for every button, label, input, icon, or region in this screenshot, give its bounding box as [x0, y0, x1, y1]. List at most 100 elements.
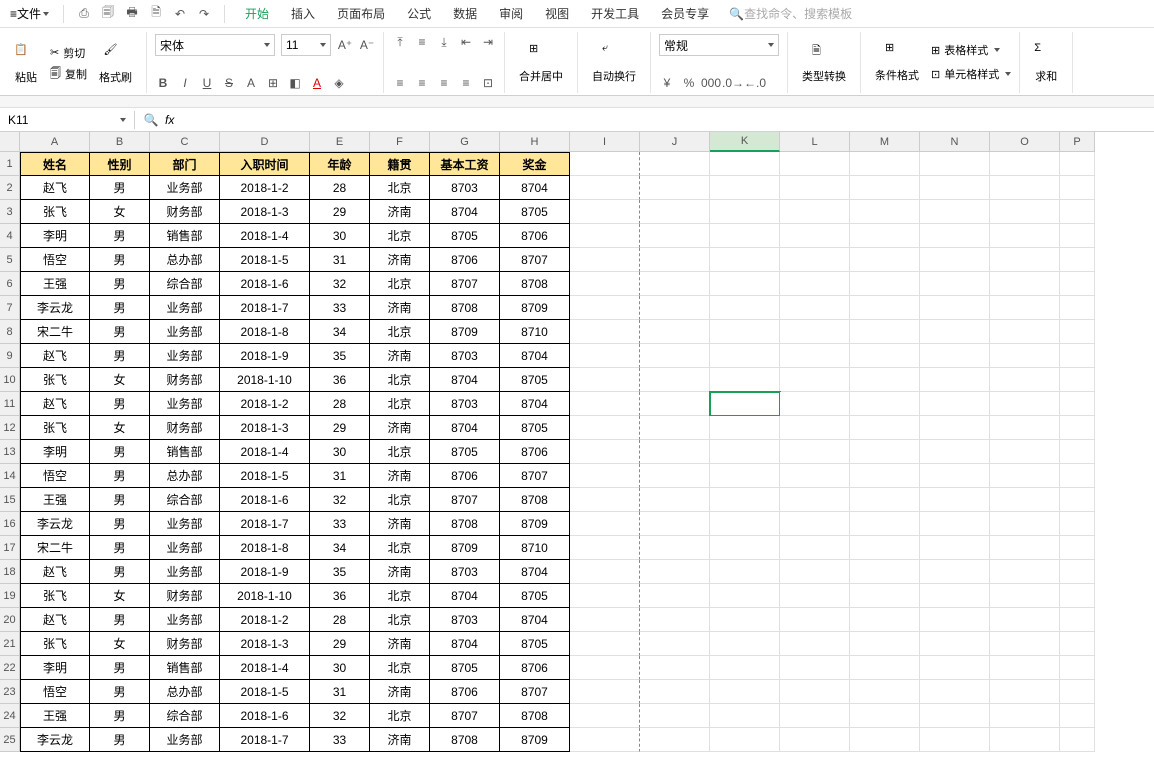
- cell[interactable]: [710, 416, 780, 440]
- cell[interactable]: [990, 248, 1060, 272]
- cell[interactable]: [1060, 344, 1095, 368]
- font-color-icon[interactable]: A: [309, 75, 325, 91]
- cell[interactable]: [920, 200, 990, 224]
- cell[interactable]: 李明: [20, 440, 90, 464]
- cell[interactable]: [990, 536, 1060, 560]
- cell[interactable]: [780, 488, 850, 512]
- copy-button[interactable]: 🗐复制: [50, 65, 87, 84]
- cell[interactable]: [570, 344, 640, 368]
- cell[interactable]: 2018-1-7: [220, 512, 310, 536]
- cell[interactable]: [710, 584, 780, 608]
- cell[interactable]: [640, 176, 710, 200]
- cell[interactable]: [780, 560, 850, 584]
- cell[interactable]: 业务部: [150, 512, 220, 536]
- cell[interactable]: [850, 416, 920, 440]
- cell[interactable]: [1060, 392, 1095, 416]
- cell[interactable]: 宋二牛: [20, 536, 90, 560]
- cell[interactable]: 8704: [430, 368, 500, 392]
- cell[interactable]: 张飞: [20, 632, 90, 656]
- cell[interactable]: 8709: [500, 296, 570, 320]
- cell[interactable]: [920, 632, 990, 656]
- cell[interactable]: 销售部: [150, 656, 220, 680]
- cell[interactable]: [1060, 536, 1095, 560]
- row-header[interactable]: 23: [0, 680, 20, 704]
- row-header[interactable]: 11: [0, 392, 20, 416]
- row-header[interactable]: 2: [0, 176, 20, 200]
- col-header-A[interactable]: A: [20, 132, 90, 152]
- phonetic-icon[interactable]: ◈: [331, 75, 347, 91]
- row-header[interactable]: 9: [0, 344, 20, 368]
- cell[interactable]: 2018-1-7: [220, 296, 310, 320]
- row-header[interactable]: 25: [0, 728, 20, 752]
- cell[interactable]: 8705: [500, 200, 570, 224]
- cell[interactable]: 36: [310, 584, 370, 608]
- cell[interactable]: [640, 704, 710, 728]
- align-top-icon[interactable]: ⤒: [392, 34, 408, 50]
- cell[interactable]: 8706: [500, 656, 570, 680]
- cell[interactable]: [990, 272, 1060, 296]
- cell[interactable]: 济南: [370, 248, 430, 272]
- cell[interactable]: 北京: [370, 488, 430, 512]
- indent-dec-icon[interactable]: ⇤: [458, 34, 474, 50]
- cell[interactable]: [710, 632, 780, 656]
- fx-icon[interactable]: fx: [165, 113, 174, 127]
- cell[interactable]: 8710: [500, 536, 570, 560]
- row-header[interactable]: 4: [0, 224, 20, 248]
- cell[interactable]: [780, 176, 850, 200]
- underline-icon[interactable]: U: [199, 75, 215, 91]
- cell[interactable]: [850, 608, 920, 632]
- cell[interactable]: 男: [90, 656, 150, 680]
- cell[interactable]: [570, 416, 640, 440]
- cell[interactable]: [570, 560, 640, 584]
- cell[interactable]: [850, 632, 920, 656]
- cell[interactable]: 2018-1-10: [220, 368, 310, 392]
- cell[interactable]: [710, 152, 780, 176]
- cell[interactable]: 女: [90, 368, 150, 392]
- inc-decimal-icon[interactable]: .0→: [725, 75, 741, 91]
- cell[interactable]: [920, 584, 990, 608]
- cell[interactable]: 28: [310, 608, 370, 632]
- fill-color-icon[interactable]: A: [243, 75, 259, 91]
- cell[interactable]: 财务部: [150, 200, 220, 224]
- cell[interactable]: 李明: [20, 656, 90, 680]
- cell[interactable]: [990, 224, 1060, 248]
- cell[interactable]: 8704: [430, 584, 500, 608]
- cell[interactable]: [710, 296, 780, 320]
- align-bottom-icon[interactable]: ⤓: [436, 34, 452, 50]
- cell[interactable]: 北京: [370, 224, 430, 248]
- cell[interactable]: 2018-1-8: [220, 536, 310, 560]
- cell[interactable]: 男: [90, 512, 150, 536]
- cell[interactable]: 8705: [500, 584, 570, 608]
- cell[interactable]: [710, 560, 780, 584]
- cell[interactable]: 8704: [500, 392, 570, 416]
- cell[interactable]: 张飞: [20, 368, 90, 392]
- dec-decimal-icon[interactable]: ←.0: [747, 75, 763, 91]
- cell[interactable]: [570, 296, 640, 320]
- cell[interactable]: [920, 440, 990, 464]
- cell[interactable]: [640, 464, 710, 488]
- cell[interactable]: [1060, 512, 1095, 536]
- cell[interactable]: 32: [310, 488, 370, 512]
- cell[interactable]: 8708: [430, 512, 500, 536]
- cell[interactable]: [640, 488, 710, 512]
- align-right-icon[interactable]: ≡: [436, 75, 452, 91]
- cell[interactable]: [780, 296, 850, 320]
- cell[interactable]: [570, 272, 640, 296]
- cell[interactable]: 30: [310, 224, 370, 248]
- cell-style-button[interactable]: ⊡单元格样式: [931, 66, 1011, 82]
- cell[interactable]: 年龄: [310, 152, 370, 176]
- cell[interactable]: 籍贯: [370, 152, 430, 176]
- row-header[interactable]: 21: [0, 632, 20, 656]
- redo-icon[interactable]: ↷: [196, 6, 212, 22]
- cell[interactable]: 张飞: [20, 200, 90, 224]
- cell[interactable]: 业务部: [150, 344, 220, 368]
- font-name-select[interactable]: 宋体: [155, 34, 275, 56]
- cell[interactable]: [780, 704, 850, 728]
- cell[interactable]: [640, 248, 710, 272]
- cell[interactable]: 2018-1-5: [220, 464, 310, 488]
- cell[interactable]: 2018-1-5: [220, 680, 310, 704]
- cell[interactable]: [780, 344, 850, 368]
- cell[interactable]: [920, 248, 990, 272]
- row-header[interactable]: 7: [0, 296, 20, 320]
- cell[interactable]: 悟空: [20, 248, 90, 272]
